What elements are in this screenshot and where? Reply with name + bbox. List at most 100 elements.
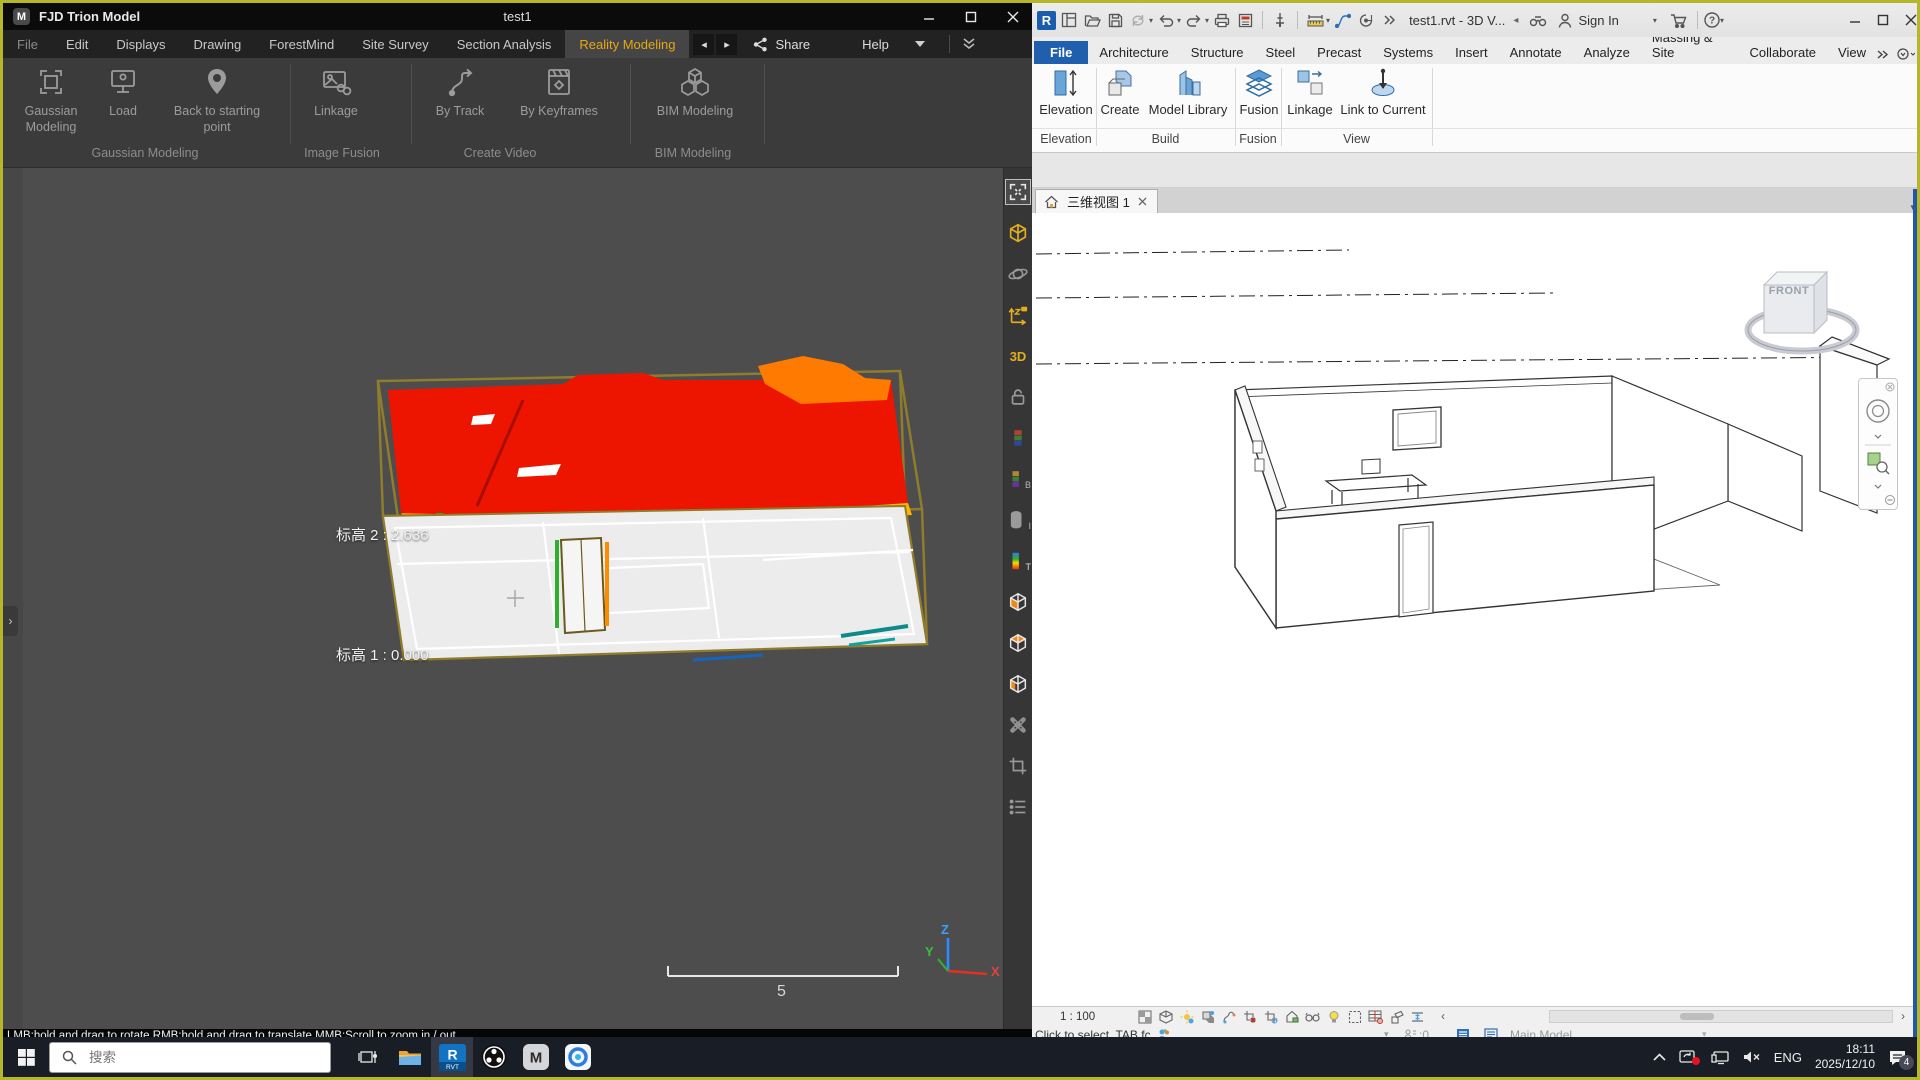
tab-analyze[interactable]: Analyze (1573, 41, 1641, 64)
ribbon-button-back-to-starting-point[interactable]: Back to starting point (169, 64, 265, 135)
view-tab-close-icon[interactable] (1138, 197, 1147, 206)
menu-site-survey[interactable]: Site Survey (348, 30, 442, 58)
tab-collaborate[interactable]: Collaborate (1739, 41, 1828, 64)
layer-list-icon[interactable] (1006, 795, 1030, 819)
clip-cross-icon[interactable] (1006, 713, 1030, 737)
tab-file[interactable]: File (1034, 41, 1088, 64)
rendering-dialog-icon[interactable] (1219, 1009, 1238, 1025)
home-icon[interactable] (1044, 195, 1059, 209)
tab-insert[interactable]: Insert (1444, 41, 1499, 64)
help-button[interactable]: Help (862, 37, 889, 52)
input-language[interactable]: ENG (1774, 1050, 1802, 1065)
visual-style-icon[interactable] (1156, 1009, 1175, 1025)
save-icon[interactable] (1105, 10, 1125, 30)
rgb-blend-icon[interactable]: B (1006, 467, 1030, 491)
axes-lock-icon[interactable] (1006, 303, 1030, 327)
menu-drawing[interactable]: Drawing (179, 30, 255, 58)
cube-face-side-icon[interactable] (1006, 672, 1030, 696)
temporary-hide-isolate-icon[interactable] (1303, 1009, 1322, 1025)
notification-center-icon[interactable]: 4 (1888, 1049, 1907, 1066)
revit-close-button[interactable] (1905, 14, 1917, 26)
orbit-icon[interactable] (1006, 262, 1030, 286)
scrollbar-thumb[interactable] (1680, 1013, 1714, 1020)
worksharing-display-icon[interactable] (1366, 1009, 1385, 1025)
close-button[interactable] (999, 7, 1027, 27)
panel-label-build[interactable]: Build (1096, 132, 1235, 146)
tab-steel[interactable]: Steel (1255, 41, 1307, 64)
measure-icon[interactable] (1305, 10, 1325, 30)
help-dropdown-icon[interactable]: ▾ (1720, 16, 1724, 25)
ribbon-state-icon[interactable] (1897, 48, 1915, 60)
ribbon-button-linkage[interactable]: Linkage (1283, 67, 1337, 117)
fit-view-icon[interactable] (1006, 180, 1030, 204)
sync-icon[interactable] (1128, 10, 1148, 30)
steering-wheel-button[interactable] (1863, 399, 1893, 439)
ribbon-button-by-keyframes[interactable]: By Keyframes (511, 64, 607, 120)
open-icon[interactable] (1082, 10, 1102, 30)
tab-view[interactable]: View (1827, 41, 1877, 64)
revit-maximize-button[interactable] (1877, 14, 1889, 26)
menu-file[interactable]: File (3, 30, 52, 58)
viewcube-front-label[interactable]: FRONT (1764, 285, 1814, 297)
panel-label-fusion[interactable]: Fusion (1235, 132, 1281, 146)
task-view-button[interactable] (347, 1037, 389, 1077)
maximize-button[interactable] (957, 7, 985, 27)
hscroll-right-icon[interactable]: › (1901, 1011, 1905, 1023)
panel-label-view[interactable]: View (1281, 132, 1432, 146)
screen-record-icon[interactable] (1679, 1049, 1698, 1065)
trion-viewport[interactable]: › (3, 168, 1032, 1029)
redo-dropdown-icon[interactable]: ▾ (1205, 16, 1209, 25)
print-icon[interactable] (1212, 10, 1232, 30)
tag-icon[interactable] (1356, 10, 1376, 30)
displace-elements-icon[interactable] (1387, 1009, 1406, 1025)
rgb-display-icon[interactable] (1006, 426, 1030, 450)
tab-annotate[interactable]: Annotate (1499, 41, 1573, 64)
aligned-dimension-icon[interactable] (1333, 10, 1353, 30)
revit-minimize-button[interactable] (1849, 14, 1861, 26)
menu-edit[interactable]: Edit (52, 30, 102, 58)
collapse-ribbon-icon[interactable] (962, 38, 976, 51)
help-icon[interactable]: ? (1702, 10, 1722, 30)
qat-more-icon[interactable] (1379, 10, 1399, 30)
share-button[interactable]: Share (753, 37, 810, 52)
search-input[interactable] (87, 1049, 287, 1066)
taskbar-search[interactable] (49, 1042, 331, 1073)
ribbon-button-by-track[interactable]: By Track (412, 64, 508, 120)
sync-dropdown-icon[interactable]: ▾ (1149, 16, 1153, 25)
close-hidden-windows-icon[interactable] (1235, 10, 1255, 30)
help-dropdown-icon[interactable] (915, 41, 925, 48)
reveal-constraints-icon[interactable] (1408, 1009, 1427, 1025)
revit-logo-icon[interactable]: R (1036, 10, 1056, 30)
ribbon-button-fusion[interactable]: Fusion (1237, 67, 1281, 117)
reveal-hidden-icon[interactable] (1324, 1009, 1343, 1025)
network-display-icon[interactable] (1711, 1050, 1730, 1065)
tab-structure[interactable]: Structure (1180, 41, 1255, 64)
menu-displays[interactable]: Displays (102, 30, 179, 58)
ribbon-button-linkage[interactable]: Linkage (288, 64, 384, 120)
horizontal-scrollbar[interactable] (1549, 1010, 1893, 1023)
cube-face-top-icon[interactable] (1006, 631, 1030, 655)
minimize-button[interactable] (915, 7, 943, 27)
redo-icon[interactable] (1184, 10, 1204, 30)
measure-dropdown-icon[interactable]: ▾ (1326, 16, 1330, 25)
ribbon-button-elevation[interactable]: Elevation (1036, 67, 1096, 117)
hscroll-left-icon[interactable]: ‹ (1441, 1011, 1445, 1023)
lock-view-icon[interactable] (1006, 385, 1030, 409)
ui-dock-icon[interactable] (1059, 10, 1079, 30)
ribbon-button-bim-modeling[interactable]: BIM Modeling (647, 64, 743, 120)
obs-taskbar-button[interactable] (473, 1037, 515, 1077)
intensity-display-icon[interactable]: I (1006, 508, 1030, 532)
shadows-icon[interactable] (1198, 1009, 1217, 1025)
ribbon-button-create[interactable]: Create (1094, 67, 1146, 117)
sign-in-button[interactable]: Sign In (1578, 13, 1618, 28)
file-explorer-button[interactable] (389, 1037, 431, 1077)
tray-expand-icon[interactable] (1653, 1053, 1666, 1061)
clock[interactable]: 18:11 2025/12/10 (1815, 1042, 1875, 1072)
trion-taskbar-button[interactable]: M (515, 1037, 557, 1077)
tab-precast[interactable]: Precast (1306, 41, 1372, 64)
sun-path-icon[interactable] (1177, 1009, 1196, 1025)
lock-3d-view-icon[interactable] (1282, 1009, 1301, 1025)
cube-face-front-icon[interactable] (1006, 590, 1030, 614)
temporary-view-properties-icon[interactable] (1345, 1009, 1364, 1025)
tabs-more-icon[interactable] (1877, 50, 1889, 59)
